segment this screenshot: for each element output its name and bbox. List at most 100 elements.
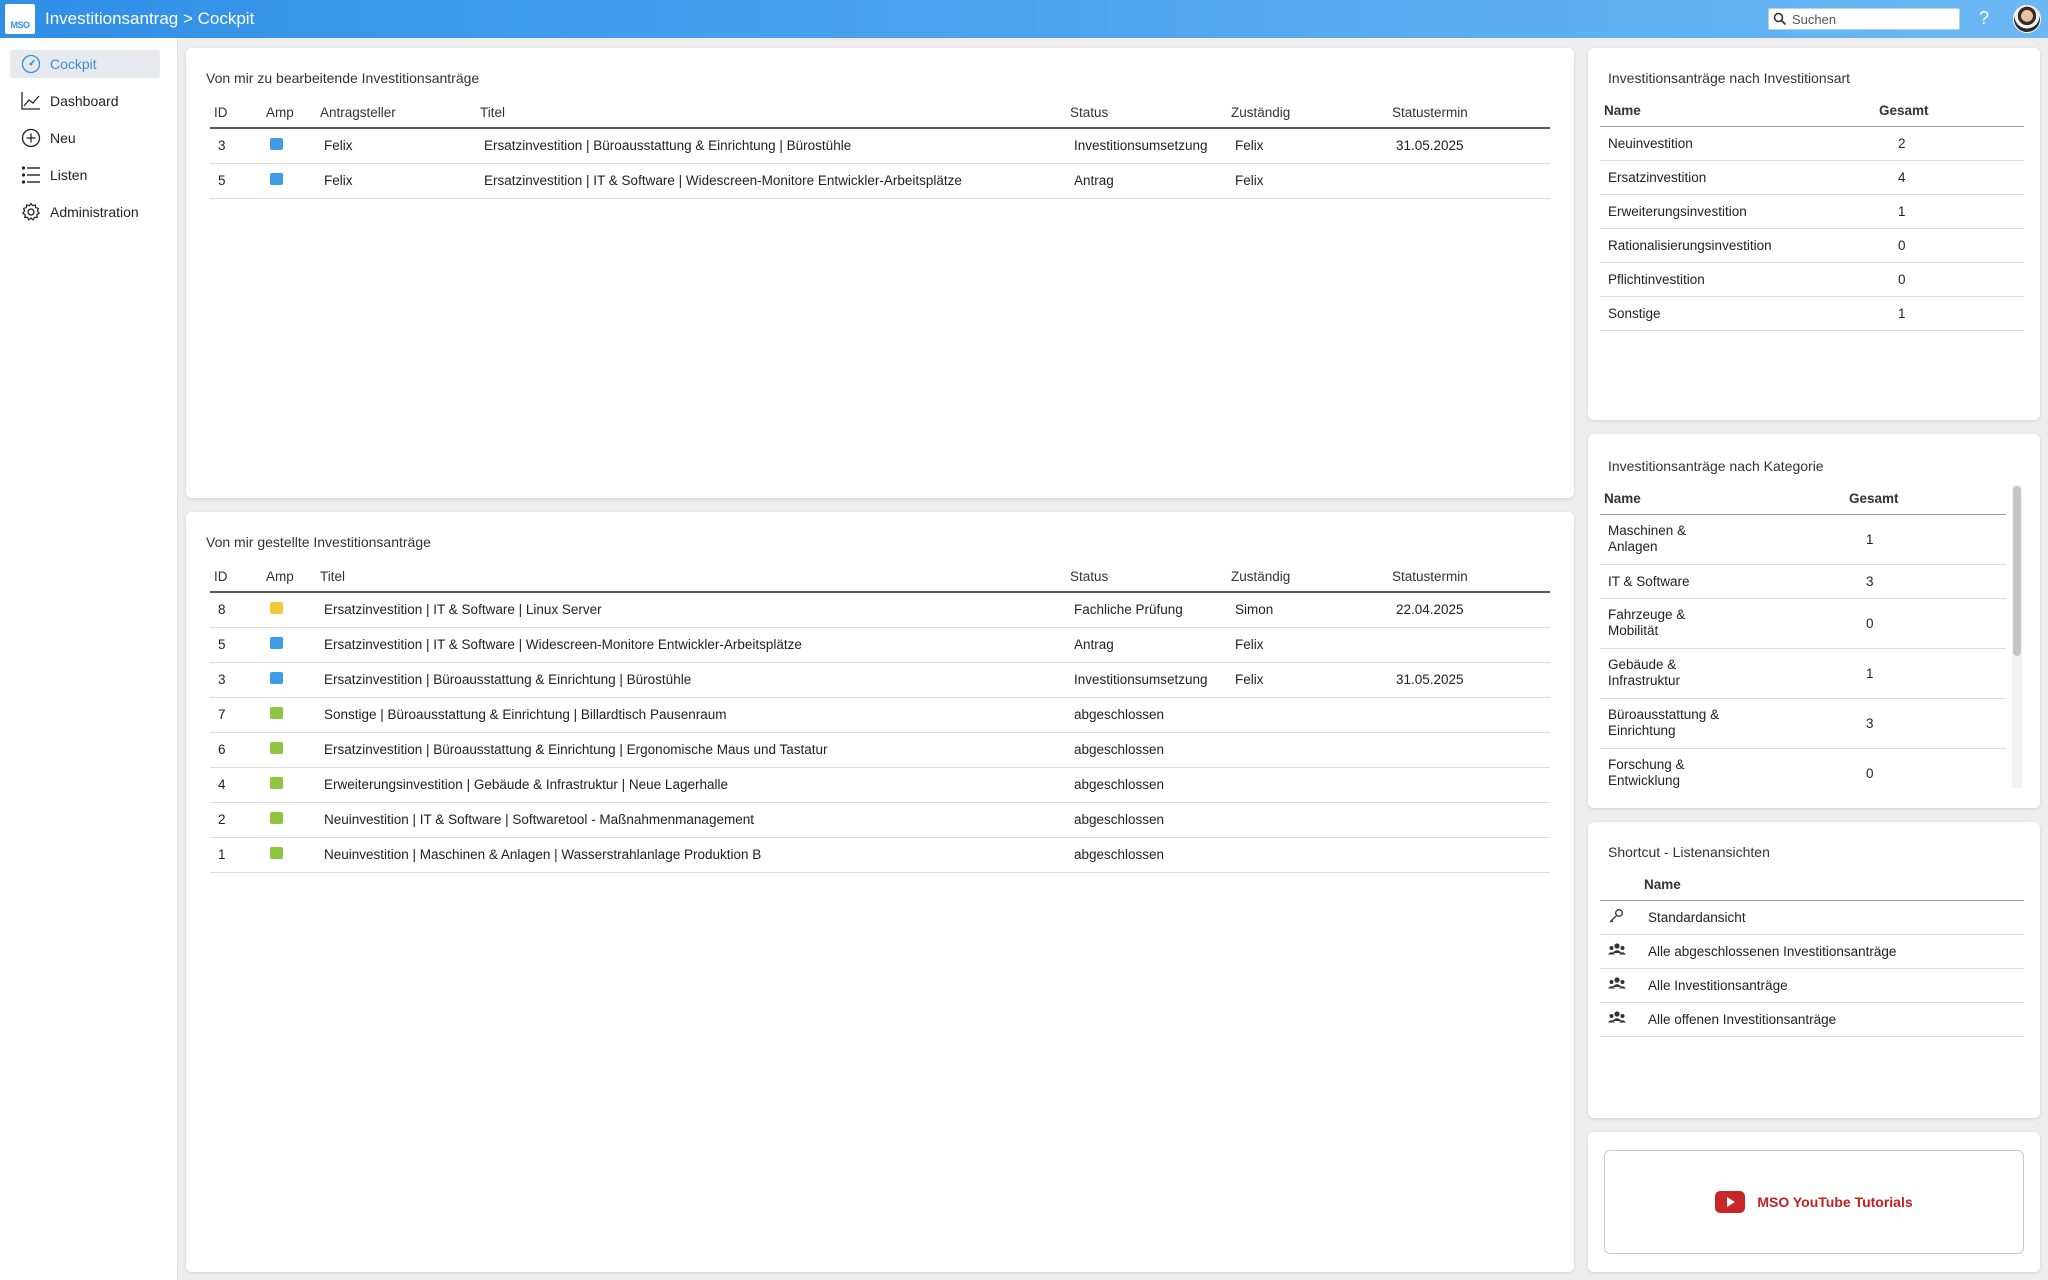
cell-title: Ersatzinvestition | IT & Software | Wide…: [476, 163, 1066, 199]
cell-title: Ersatzinvestition | IT & Software | Wide…: [316, 627, 1066, 663]
mso-logo[interactable]: MSO: [5, 4, 35, 34]
table-row[interactable]: Rationalisierungsinvestition 0: [1600, 228, 2024, 263]
table-row[interactable]: Neuinvestition 2: [1600, 126, 2024, 161]
help-icon[interactable]: ?: [1976, 8, 1992, 29]
cell-total: 1: [1875, 194, 2024, 229]
cell-total: 0: [1875, 262, 2024, 297]
table-row[interactable]: IT & Software 3: [1600, 564, 2006, 599]
table-row[interactable]: Ersatzinvestition 4: [1600, 160, 2024, 195]
table-row[interactable]: Erweiterungsinvestition 1: [1600, 194, 2024, 229]
shortcut-row[interactable]: Alle abgeschlossenen Investitionsanträge: [1600, 934, 2024, 969]
search-box[interactable]: [1768, 8, 1960, 30]
status-light-blue: [270, 637, 283, 649]
logo-text: MSO: [10, 20, 30, 30]
scrollbar-track[interactable]: [2012, 484, 2022, 788]
table-row[interactable]: Fahrzeuge & Mobilität 0: [1600, 598, 2006, 649]
cell-name: Neuinvestition: [1600, 126, 1875, 161]
cell-name: Ersatzinvestition: [1600, 160, 1875, 195]
card-title: Von mir zu bearbeitende Investitionsantr…: [206, 70, 480, 86]
cell-owner: Felix: [1227, 627, 1388, 663]
sidebar-item-administration[interactable]: Administration: [10, 198, 160, 226]
table-row[interactable]: 3 Felix Ersatzinvestition | Büroausstatt…: [210, 128, 1550, 164]
col-header-amp[interactable]: Amp: [262, 562, 316, 593]
table-row[interactable]: Maschinen & Anlagen 1: [1600, 514, 2006, 565]
youtube-label: MSO YouTube Tutorials: [1757, 1194, 1913, 1210]
table-row[interactable]: 8 Ersatzinvestition | IT & Software | Li…: [210, 592, 1550, 628]
sidebar-item-label: Cockpit: [50, 56, 97, 72]
shortcut-label: Alle Investitionsanträge: [1640, 968, 2024, 1003]
table-row[interactable]: 5 Ersatzinvestition | IT & Software | Wi…: [210, 627, 1550, 663]
shortcut-row[interactable]: Standardansicht: [1600, 900, 2024, 935]
col-header-name[interactable]: Name: [1600, 96, 1875, 127]
table-row[interactable]: Sonstige 1: [1600, 296, 2024, 331]
cell-amp: [262, 697, 316, 733]
col-header-name[interactable]: Name: [1640, 870, 2024, 901]
search-input[interactable]: [1792, 11, 1952, 27]
list-icon: [20, 164, 42, 186]
col-header-total[interactable]: Gesamt: [1845, 484, 2006, 515]
table-row[interactable]: Pflichtinvestition 0: [1600, 262, 2024, 297]
shortcut-row[interactable]: Alle offenen Investitionsanträge: [1600, 1002, 2024, 1037]
col-header-status[interactable]: Status: [1066, 562, 1227, 593]
cell-owner: [1227, 767, 1388, 803]
table-row[interactable]: Gebäude & Infrastruktur 1: [1600, 648, 2006, 699]
scrollbar-thumb[interactable]: [2013, 486, 2021, 656]
youtube-tutorials-link[interactable]: MSO YouTube Tutorials: [1604, 1150, 2024, 1254]
sidebar-item-cockpit[interactable]: Cockpit: [10, 50, 160, 78]
table-row[interactable]: 3 Ersatzinvestition | Büroausstattung & …: [210, 662, 1550, 698]
col-header-owner[interactable]: Zuständig: [1227, 562, 1388, 593]
table-row[interactable]: 2 Neuinvestition | IT & Software | Softw…: [210, 802, 1550, 838]
cell-date: [1388, 802, 1550, 838]
cell-title: Sonstige | Büroausstattung & Einrichtung…: [316, 697, 1066, 733]
col-header-date[interactable]: Statustermin: [1388, 98, 1550, 129]
cell-owner: Simon: [1227, 592, 1388, 628]
card-my-requests: Von mir gestellte Investitionsanträge ID…: [186, 512, 1574, 1272]
cell-date: 31.05.2025: [1388, 662, 1550, 698]
col-header-title[interactable]: Titel: [476, 98, 1066, 129]
cell-status: abgeschlossen: [1066, 767, 1227, 803]
cell-date: [1388, 732, 1550, 768]
col-header-name[interactable]: Name: [1600, 484, 1845, 515]
cell-status: abgeschlossen: [1066, 837, 1227, 873]
sidebar-item-listen[interactable]: Listen: [10, 161, 160, 189]
table-row[interactable]: Forschung & Entwicklung 0: [1600, 748, 2006, 788]
table-row[interactable]: 6 Ersatzinvestition | Büroausstattung & …: [210, 732, 1550, 768]
cell-id: 5: [210, 163, 262, 199]
cell-amp: [262, 627, 316, 663]
col-header-status[interactable]: Status: [1066, 98, 1227, 129]
col-header-total[interactable]: Gesamt: [1875, 96, 2024, 127]
col-header-amp[interactable]: Amp: [262, 98, 316, 129]
cell-total: 3: [1845, 698, 2006, 749]
col-header-id[interactable]: ID: [210, 98, 262, 129]
sidebar-item-neu[interactable]: Neu: [10, 124, 160, 152]
cell-name: Forschung & Entwicklung: [1608, 757, 1685, 788]
table-row[interactable]: 1 Neuinvestition | Maschinen & Anlagen |…: [210, 837, 1550, 873]
col-header-applicant[interactable]: Antragsteller: [316, 98, 476, 129]
table-header-row: Name Gesamt: [1600, 484, 2006, 515]
col-header-title[interactable]: Titel: [316, 562, 1066, 593]
sidebar: Cockpit Dashboard Neu Listen Administrat…: [0, 38, 178, 1280]
cell-owner: [1227, 802, 1388, 838]
table-row[interactable]: Büroausstattung & Einrichtung 3: [1600, 698, 2006, 749]
col-header-owner[interactable]: Zuständig: [1227, 98, 1388, 129]
cell-name: Büroausstattung & Einrichtung: [1608, 707, 1720, 738]
sidebar-item-dashboard[interactable]: Dashboard: [10, 87, 160, 115]
cell-date: [1388, 837, 1550, 873]
cell-id: 6: [210, 732, 262, 768]
col-header-date[interactable]: Statustermin: [1388, 562, 1550, 593]
table-row[interactable]: 5 Felix Ersatzinvestition | IT & Softwar…: [210, 163, 1550, 199]
cell-date: [1388, 697, 1550, 733]
cell-name: Fahrzeuge & Mobilität: [1608, 607, 1686, 638]
table-row[interactable]: 4 Erweiterungsinvestition | Gebäude & In…: [210, 767, 1550, 803]
users-icon: [1608, 976, 1626, 988]
shortcut-row[interactable]: Alle Investitionsanträge: [1600, 968, 2024, 1003]
gauge-icon: [20, 53, 42, 75]
col-header-id[interactable]: ID: [210, 562, 262, 593]
cell-date: [1388, 767, 1550, 803]
category-scroll-area[interactable]: Name Gesamt Maschinen & Anlagen 1 IT & So…: [1600, 484, 2008, 788]
user-avatar[interactable]: [2013, 5, 2041, 33]
status-light-blue: [270, 173, 283, 185]
status-light-green: [270, 847, 283, 859]
table-row[interactable]: 7 Sonstige | Büroausstattung & Einrichtu…: [210, 697, 1550, 733]
cell-status: Fachliche Prüfung: [1066, 592, 1227, 628]
